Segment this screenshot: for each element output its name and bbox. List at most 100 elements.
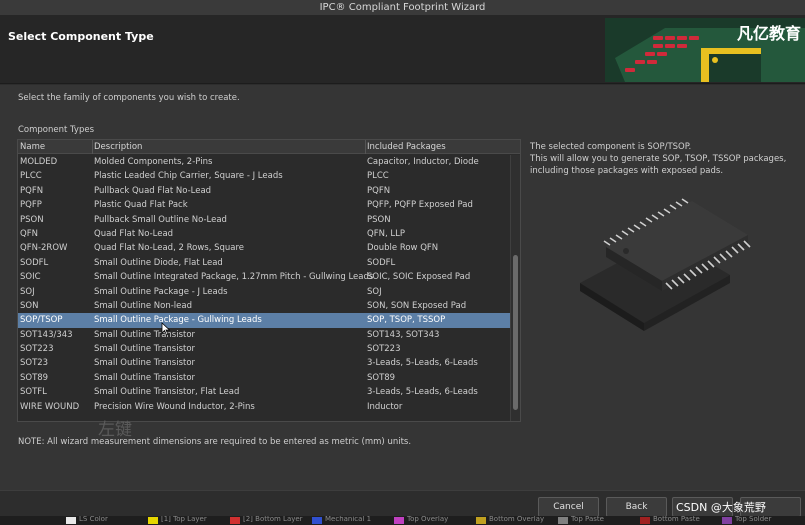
layer-tab-label[interactable]: Mechanical 1: [325, 516, 371, 523]
layer-color-swatch[interactable]: [640, 517, 650, 524]
layer-tab-label[interactable]: [1] Top Layer: [161, 516, 207, 523]
component-name-cell: MOLDED: [20, 157, 58, 167]
component-description-cell: Plastic Leaded Chip Carrier, Square - J …: [94, 171, 283, 182]
cancel-button[interactable]: Cancel: [538, 497, 599, 517]
component-name-cell: PQFN: [20, 185, 44, 196]
wizard-content: Select the family of components you wish…: [0, 85, 805, 490]
table-row[interactable]: WIRE WOUND Precision Wire Wound Inductor,…: [18, 400, 510, 414]
layer-tab-label[interactable]: Bottom Paste: [653, 516, 700, 523]
included-packages-cell: PQFN: [367, 185, 391, 196]
selected-component-text: The selected component is SOP/TSOP.: [530, 142, 692, 152]
table-row[interactable]: QFN-2ROW Quad Flat No-Lead, 2 Rows, Squar…: [18, 241, 510, 255]
included-packages-cell: 3-Leads, 5-Leads, 6-Leads: [367, 387, 478, 398]
component-description-cell: Small Outline Transistor: [94, 344, 196, 355]
table-row[interactable]: MOLDED Molded Components, 2-Pins Capacitor…: [18, 155, 510, 169]
layer-color-swatch[interactable]: [722, 517, 732, 524]
layer-tab-label[interactable]: Top Paste: [571, 516, 604, 523]
layer-tab-label[interactable]: Top Solder: [735, 516, 771, 523]
table-row[interactable]: SON Small Outline Non-lead SON, SON Expose…: [18, 299, 510, 313]
scrollbar-thumb[interactable]: [513, 255, 518, 410]
layer-color-swatch[interactable]: [312, 517, 322, 524]
instruction-text: Select the family of components you wish…: [18, 93, 240, 103]
column-separator: [92, 140, 93, 154]
component-description-cell: Small Outline Integrated Package, 1.27mm…: [94, 272, 374, 283]
list-scrollbar[interactable]: [510, 155, 520, 421]
layer-color-swatch[interactable]: [66, 517, 76, 524]
component-types-label: Component Types: [18, 125, 95, 135]
brand-watermark: 凡亿教育: [736, 24, 801, 43]
component-description-cell: Quad Flat No-Lead, 2 Rows, Square: [94, 243, 245, 254]
sop-package-preview-image: [580, 198, 751, 331]
component-types-list[interactable]: Name Description Included Packages MOLDE…: [17, 139, 521, 422]
included-packages-cell: SOT143, SOT343: [367, 329, 440, 340]
included-packages-cell: QFN, LLP: [367, 228, 405, 239]
column-header-packages[interactable]: Included Packages: [367, 140, 446, 154]
layer-color-swatch[interactable]: [476, 517, 486, 524]
included-packages-cell: PLCC: [367, 171, 389, 182]
included-packages-cell: SOIC, SOIC Exposed Pad: [367, 272, 471, 283]
component-name-cell: PLCC: [20, 171, 42, 182]
table-row[interactable]: SOT89 Small Outline Transistor SOT89: [18, 371, 510, 385]
table-row[interactable]: SODFL Small Outline Diode, Flat Lead SODFL: [18, 256, 510, 270]
layer-color-swatch[interactable]: [148, 517, 158, 524]
included-packages-cell: SOT89: [367, 372, 396, 383]
csdn-watermark: CSDN @大象荒野: [676, 501, 766, 514]
metric-units-note: NOTE: All wizard measurement dimensions …: [18, 437, 412, 447]
layer-tabs-bar: LS Color [1] Top Layer [2] Bottom Layer Mec…: [0, 516, 805, 525]
included-packages-cell: SOP, TSOP, TSSOP: [367, 315, 446, 326]
component-description-cell: Small Outline Transistor, Flat Lead: [94, 387, 240, 398]
table-row[interactable]: SOIC Small Outline Integrated Package, 1.…: [18, 270, 510, 284]
table-row[interactable]: SOT23 Small Outline Transistor 3-Leads, 5-…: [18, 356, 510, 370]
column-separator: [365, 140, 366, 154]
included-packages-cell: SOT223: [367, 344, 401, 355]
table-row[interactable]: SOTFL Small Outline Transistor, Flat Lead…: [18, 385, 510, 399]
component-description-cell: Small Outline Package - J Leads: [94, 286, 228, 297]
table-row[interactable]: SOT143/343 Small Outline Transistor SOT143…: [18, 328, 510, 342]
component-name-cell: SODFL: [20, 257, 49, 268]
included-packages-cell: SODFL: [367, 257, 396, 268]
layer-color-swatch[interactable]: [394, 517, 404, 524]
column-header-description[interactable]: Description: [94, 140, 142, 154]
table-row[interactable]: QFN Quad Flat No-Lead QFN, LLP: [18, 227, 510, 241]
component-name-cell: SOIC: [20, 272, 41, 283]
layer-color-swatch[interactable]: [230, 517, 240, 524]
column-header-name[interactable]: Name: [20, 140, 45, 154]
back-button[interactable]: Back: [606, 497, 667, 517]
component-description-cell: Small Outline Non-lead: [94, 300, 192, 311]
selected-component-description: This will allow you to generate SOP, TSO…: [530, 154, 787, 176]
page-title: Select Component Type: [8, 30, 154, 43]
layer-tab-label[interactable]: LS Color: [79, 516, 108, 523]
included-packages-cell: Inductor: [367, 401, 403, 412]
window-title: IPC® Compliant Footprint Wizard: [0, 0, 805, 16]
layer-color-swatch[interactable]: [558, 517, 568, 524]
layer-tab-label[interactable]: [2] Bottom Layer: [243, 516, 303, 523]
table-row[interactable]: PQFP Plastic Quad Flat Pack PQFP, PQFP Exp…: [18, 198, 510, 212]
component-name-cell: SOTFL: [20, 387, 47, 398]
table-row[interactable]: SOJ Small Outline Package - J Leads SOJ: [18, 285, 510, 299]
mouse-cursor-icon: [161, 322, 171, 336]
component-name-cell: WIRE WOUND: [20, 401, 80, 412]
table-row[interactable]: SOP/TSOP Small Outline Package - Gullwing…: [18, 313, 510, 328]
wizard-footer: Cancel Back CSDN @大象荒野: [0, 490, 805, 517]
component-name-cell: SOJ: [20, 286, 35, 297]
table-row[interactable]: SOT223 Small Outline Transistor SOT223: [18, 342, 510, 356]
included-packages-cell: SON, SON Exposed Pad: [367, 300, 467, 311]
component-name-cell: SOT143/343: [20, 329, 73, 340]
table-row[interactable]: PSON Pullback Small Outline No-Lead PSON: [18, 213, 510, 227]
component-description-cell: Small Outline Diode, Flat Lead: [94, 257, 223, 268]
component-name-cell: SOT23: [20, 358, 49, 369]
table-row[interactable]: PQFN Pullback Quad Flat No-Lead PQFN: [18, 184, 510, 198]
included-packages-cell: Capacitor, Inductor, Diode: [367, 157, 479, 167]
included-packages-cell: PSON: [367, 214, 391, 225]
layer-tab-label[interactable]: Top Overlay: [407, 516, 448, 523]
component-name-cell: SOT223: [20, 344, 54, 355]
component-description-cell: Precision Wire Wound Inductor, 2-Pins: [94, 401, 255, 412]
included-packages-cell: 3-Leads, 5-Leads, 6-Leads: [367, 358, 478, 369]
component-description-cell: Small Outline Transistor: [94, 372, 196, 383]
component-name-cell: SOP/TSOP: [20, 315, 63, 326]
component-description-cell: Small Outline Transistor: [94, 329, 196, 340]
table-row[interactable]: PLCC Plastic Leaded Chip Carrier, Square …: [18, 169, 510, 183]
layer-tab-label[interactable]: Bottom Overlay: [489, 516, 544, 523]
component-description-cell: Small Outline Package - Gullwing Leads: [94, 315, 262, 326]
component-description-cell: Molded Components, 2-Pins: [94, 157, 213, 167]
